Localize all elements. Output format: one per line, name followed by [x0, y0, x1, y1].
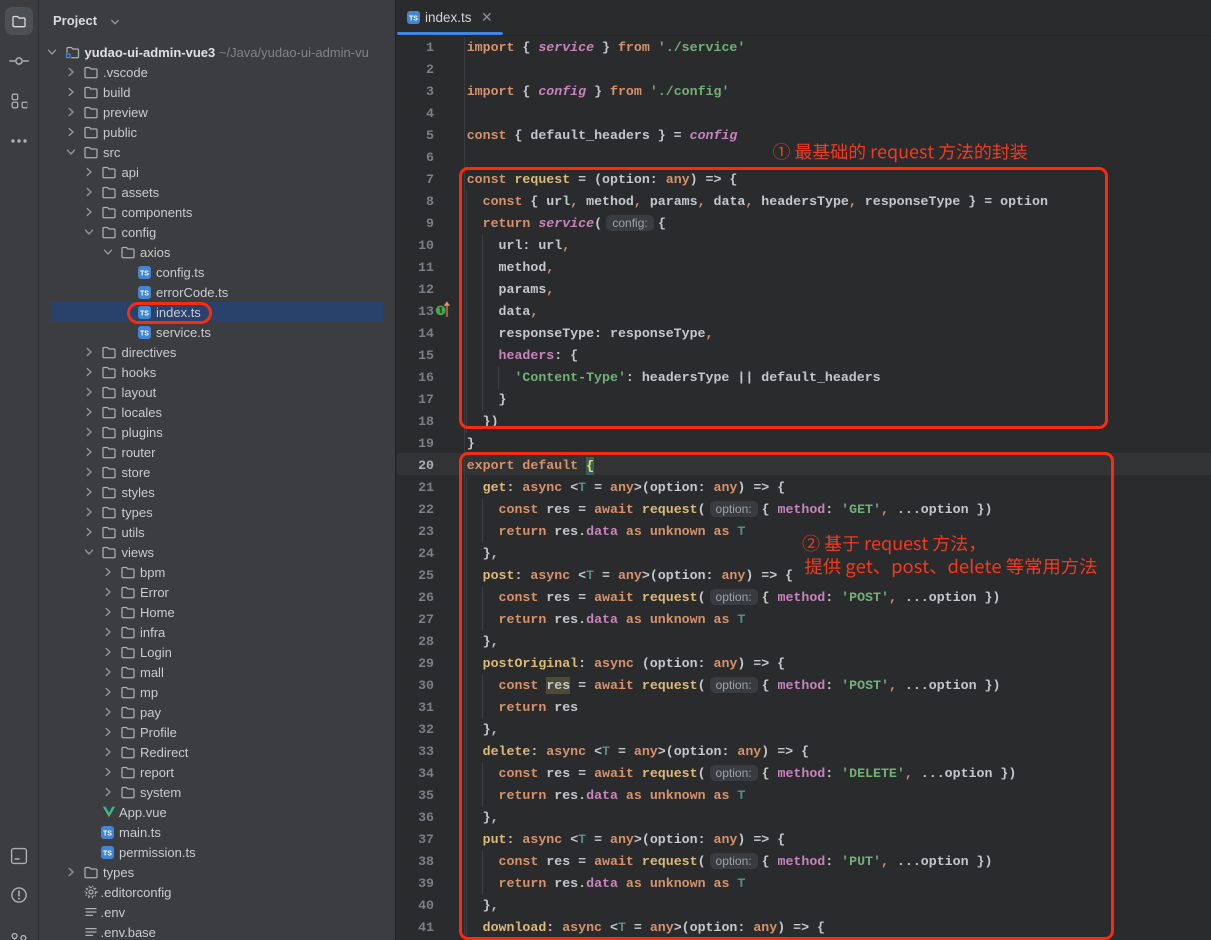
- svg-text:TS: TS: [140, 290, 149, 297]
- svg-text:TS: TS: [103, 830, 112, 837]
- svg-text:TS: TS: [140, 330, 149, 337]
- svg-text:TS: TS: [103, 850, 112, 857]
- svg-text:TS: TS: [409, 16, 418, 23]
- svg-text:TS: TS: [140, 270, 149, 277]
